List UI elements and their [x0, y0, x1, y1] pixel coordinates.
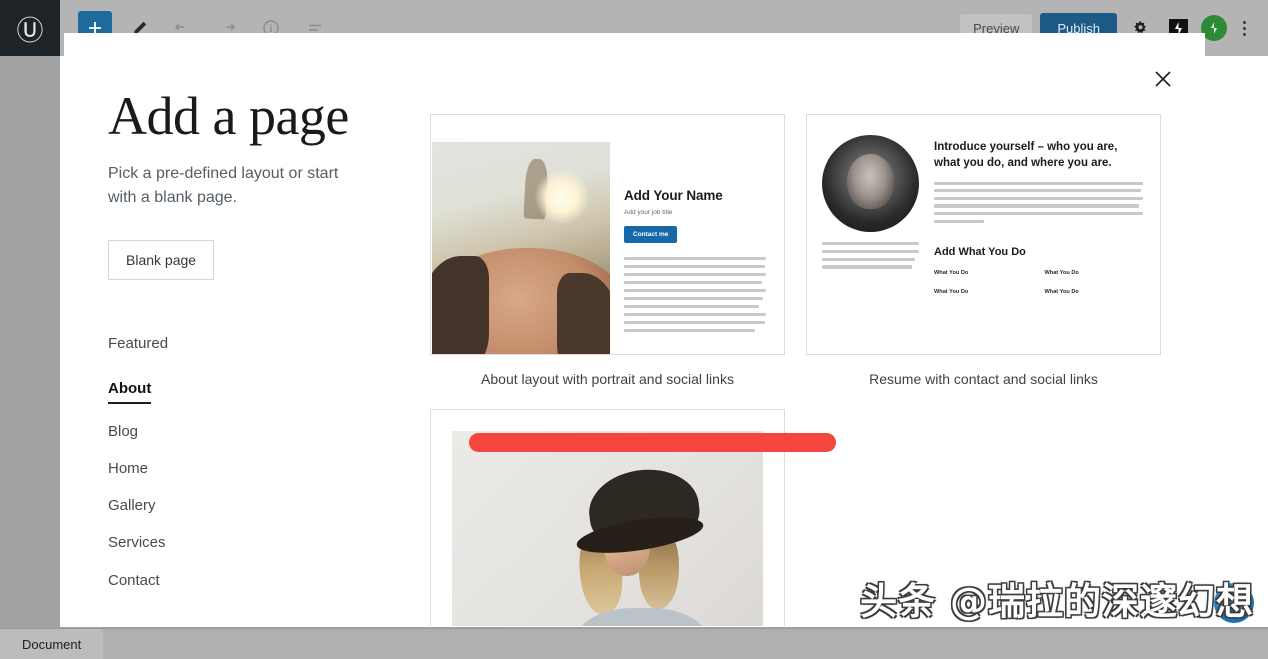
sidebar-item-label: Home	[108, 460, 149, 477]
document-tab[interactable]: Document	[0, 628, 104, 659]
preview-list-item: What You Do	[934, 289, 969, 295]
add-page-modal: Add a page Pick a pre-defined layout or …	[64, 33, 1205, 626]
portrait-photo	[822, 135, 919, 232]
sidebar-item-label: Services	[108, 534, 166, 552]
sidebar-item-services[interactable]: Services	[108, 524, 410, 561]
sidebar-item-featured[interactable]: Featured	[108, 325, 410, 362]
sidebar-item-label: Gallery	[108, 497, 156, 515]
modal-subtitle: Pick a pre-defined layout or start with …	[108, 164, 339, 207]
preview-heading: Add Your Name	[624, 188, 723, 203]
template-preview: Introduce yourself – who you are, what y…	[806, 114, 1161, 355]
status-bar: Document	[0, 628, 1268, 659]
category-nav: Featured About Blog Home Gallery Service…	[108, 325, 410, 599]
preview-bio-text	[822, 242, 919, 295]
template-card-about-portrait[interactable]: Add Your Name Add your job title Contact…	[430, 114, 785, 387]
template-preview: Add Your Name Add your job title Contact…	[430, 114, 785, 355]
red-highlight-annotation	[469, 433, 836, 452]
preview-subheading: Add your job title	[624, 209, 673, 216]
template-caption: Resume with contact and social links	[869, 371, 1098, 387]
page-title: Add a page	[108, 86, 349, 146]
sidebar-item-label: Featured	[108, 334, 169, 352]
preview-section-heading: Add What You Do	[934, 246, 1026, 258]
sidebar-item-label: About	[108, 371, 152, 404]
portrait-photo	[452, 431, 763, 626]
sidebar-item-contact[interactable]: Contact	[108, 562, 410, 599]
blank-page-button[interactable]: Blank page	[108, 239, 215, 280]
sidebar-item-label: Blog	[108, 422, 139, 440]
sidebar-item-gallery[interactable]: Gallery	[108, 487, 410, 524]
sidebar-item-about[interactable]: About	[108, 362, 410, 413]
kebab-menu-icon[interactable]	[1235, 20, 1254, 36]
template-card-resume-contact[interactable]: Introduce yourself – who you are, what y…	[806, 114, 1161, 387]
sidebar-item-label: Contact	[108, 571, 160, 589]
help-badge-icon[interactable]	[1214, 583, 1254, 623]
modal-body: Add a page Pick a pre-defined layout or …	[64, 33, 1205, 626]
preview-list-item: What You Do	[934, 270, 969, 276]
sidebar-item-blog[interactable]: Blog	[108, 413, 410, 450]
preview-contact-button: Contact me	[624, 226, 678, 243]
preview-body-text	[934, 181, 1143, 223]
wordpress-logo-icon[interactable]: Ⓤ	[0, 0, 60, 56]
preview-list-item: What You Do	[1044, 289, 1079, 295]
preview-list-item: What You Do	[1044, 270, 1079, 276]
modal-left-pane: Add a page Pick a pre-defined layout or …	[108, 88, 430, 626]
template-grid: Add Your Name Add your job title Contact…	[430, 88, 1205, 626]
preview-body-text	[624, 257, 766, 333]
preview-heading: Introduce yourself – who you are, what y…	[934, 141, 1118, 169]
sidebar-item-home[interactable]: Home	[108, 450, 410, 487]
template-caption: About layout with portrait and social li…	[481, 371, 734, 387]
portrait-photo	[432, 142, 610, 354]
